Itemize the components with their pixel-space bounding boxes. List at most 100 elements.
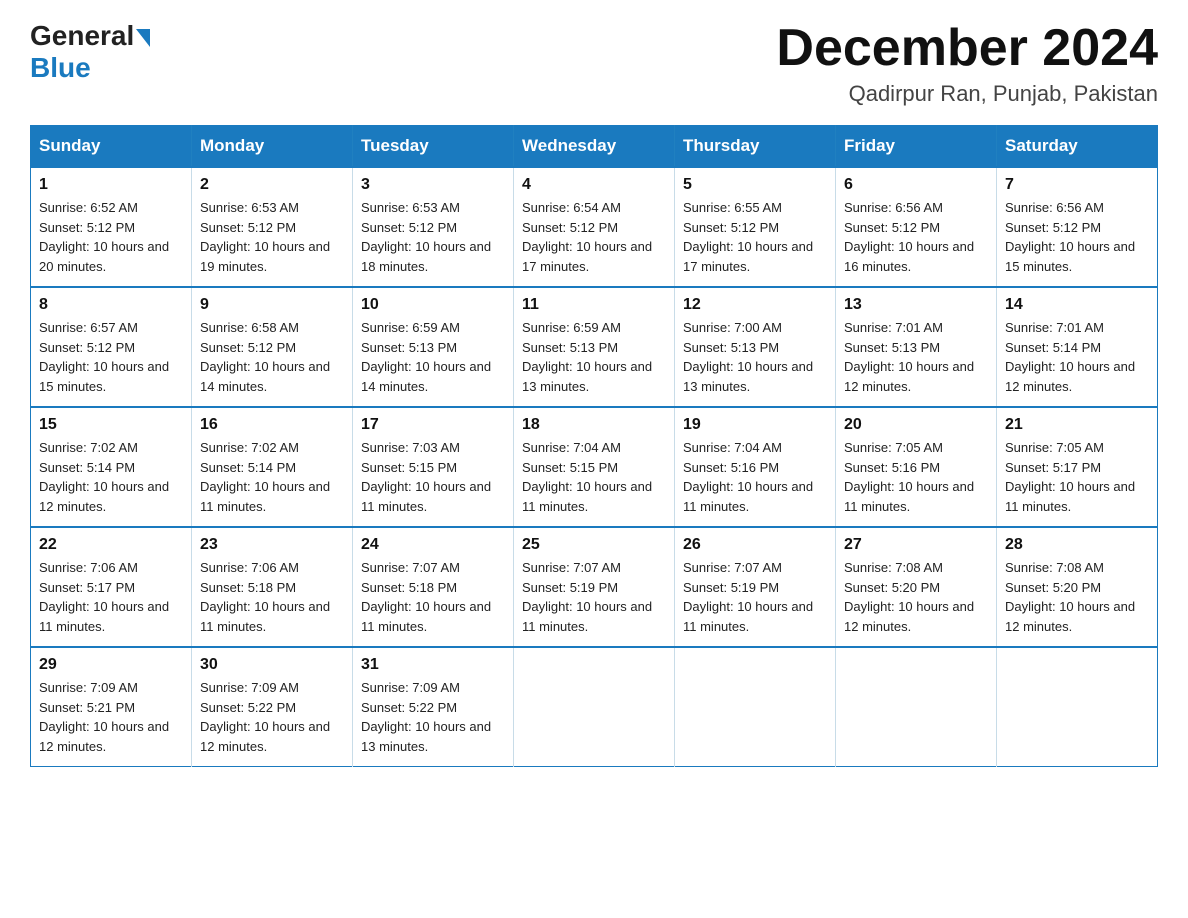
table-row: 16 Sunrise: 7:02 AM Sunset: 5:14 PM Dayl… [192,407,353,527]
table-row: 14 Sunrise: 7:01 AM Sunset: 5:14 PM Dayl… [997,287,1158,407]
col-thursday: Thursday [675,126,836,168]
day-info: Sunrise: 7:07 AM Sunset: 5:19 PM Dayligh… [522,558,666,636]
table-row: 19 Sunrise: 7:04 AM Sunset: 5:16 PM Dayl… [675,407,836,527]
day-info: Sunrise: 7:04 AM Sunset: 5:15 PM Dayligh… [522,438,666,516]
page-header: General Blue December 2024 Qadirpur Ran,… [30,20,1158,107]
location-title: Qadirpur Ran, Punjab, Pakistan [776,81,1158,107]
day-number: 17 [361,416,505,434]
table-row: 13 Sunrise: 7:01 AM Sunset: 5:13 PM Dayl… [836,287,997,407]
day-number: 8 [39,296,183,314]
day-info: Sunrise: 6:52 AM Sunset: 5:12 PM Dayligh… [39,198,183,276]
calendar-header-row: Sunday Monday Tuesday Wednesday Thursday… [31,126,1158,168]
day-number: 22 [39,536,183,554]
table-row: 15 Sunrise: 7:02 AM Sunset: 5:14 PM Dayl… [31,407,192,527]
table-row: 20 Sunrise: 7:05 AM Sunset: 5:16 PM Dayl… [836,407,997,527]
day-number: 30 [200,656,344,674]
day-info: Sunrise: 7:01 AM Sunset: 5:13 PM Dayligh… [844,318,988,396]
logo-blue-text: Blue [30,52,91,84]
title-block: December 2024 Qadirpur Ran, Punjab, Paki… [776,20,1158,107]
day-number: 20 [844,416,988,434]
day-number: 25 [522,536,666,554]
table-row: 9 Sunrise: 6:58 AM Sunset: 5:12 PM Dayli… [192,287,353,407]
table-row [997,647,1158,767]
day-info: Sunrise: 7:07 AM Sunset: 5:19 PM Dayligh… [683,558,827,636]
day-info: Sunrise: 6:55 AM Sunset: 5:12 PM Dayligh… [683,198,827,276]
day-number: 26 [683,536,827,554]
col-saturday: Saturday [997,126,1158,168]
day-info: Sunrise: 6:57 AM Sunset: 5:12 PM Dayligh… [39,318,183,396]
month-title: December 2024 [776,20,1158,77]
table-row: 23 Sunrise: 7:06 AM Sunset: 5:18 PM Dayl… [192,527,353,647]
day-number: 2 [200,176,344,194]
table-row: 21 Sunrise: 7:05 AM Sunset: 5:17 PM Dayl… [997,407,1158,527]
day-number: 18 [522,416,666,434]
table-row: 10 Sunrise: 6:59 AM Sunset: 5:13 PM Dayl… [353,287,514,407]
day-info: Sunrise: 7:06 AM Sunset: 5:18 PM Dayligh… [200,558,344,636]
day-number: 3 [361,176,505,194]
table-row: 3 Sunrise: 6:53 AM Sunset: 5:12 PM Dayli… [353,167,514,287]
day-number: 4 [522,176,666,194]
day-info: Sunrise: 7:08 AM Sunset: 5:20 PM Dayligh… [1005,558,1149,636]
calendar-week-row: 1 Sunrise: 6:52 AM Sunset: 5:12 PM Dayli… [31,167,1158,287]
day-info: Sunrise: 7:05 AM Sunset: 5:17 PM Dayligh… [1005,438,1149,516]
table-row: 8 Sunrise: 6:57 AM Sunset: 5:12 PM Dayli… [31,287,192,407]
day-number: 19 [683,416,827,434]
day-number: 10 [361,296,505,314]
table-row: 26 Sunrise: 7:07 AM Sunset: 5:19 PM Dayl… [675,527,836,647]
calendar-week-row: 8 Sunrise: 6:57 AM Sunset: 5:12 PM Dayli… [31,287,1158,407]
day-info: Sunrise: 6:59 AM Sunset: 5:13 PM Dayligh… [361,318,505,396]
day-info: Sunrise: 7:08 AM Sunset: 5:20 PM Dayligh… [844,558,988,636]
day-number: 1 [39,176,183,194]
col-tuesday: Tuesday [353,126,514,168]
day-number: 7 [1005,176,1149,194]
day-number: 5 [683,176,827,194]
table-row: 31 Sunrise: 7:09 AM Sunset: 5:22 PM Dayl… [353,647,514,767]
day-number: 31 [361,656,505,674]
day-info: Sunrise: 7:05 AM Sunset: 5:16 PM Dayligh… [844,438,988,516]
table-row: 4 Sunrise: 6:54 AM Sunset: 5:12 PM Dayli… [514,167,675,287]
table-row: 12 Sunrise: 7:00 AM Sunset: 5:13 PM Dayl… [675,287,836,407]
day-number: 9 [200,296,344,314]
col-friday: Friday [836,126,997,168]
table-row: 18 Sunrise: 7:04 AM Sunset: 5:15 PM Dayl… [514,407,675,527]
day-info: Sunrise: 6:56 AM Sunset: 5:12 PM Dayligh… [1005,198,1149,276]
day-number: 21 [1005,416,1149,434]
table-row: 17 Sunrise: 7:03 AM Sunset: 5:15 PM Dayl… [353,407,514,527]
table-row: 28 Sunrise: 7:08 AM Sunset: 5:20 PM Dayl… [997,527,1158,647]
table-row: 30 Sunrise: 7:09 AM Sunset: 5:22 PM Dayl… [192,647,353,767]
table-row: 2 Sunrise: 6:53 AM Sunset: 5:12 PM Dayli… [192,167,353,287]
logo-general-text: General [30,20,134,52]
day-info: Sunrise: 6:58 AM Sunset: 5:12 PM Dayligh… [200,318,344,396]
day-info: Sunrise: 7:01 AM Sunset: 5:14 PM Dayligh… [1005,318,1149,396]
day-number: 27 [844,536,988,554]
day-info: Sunrise: 7:09 AM Sunset: 5:22 PM Dayligh… [200,678,344,756]
calendar-week-row: 15 Sunrise: 7:02 AM Sunset: 5:14 PM Dayl… [31,407,1158,527]
day-info: Sunrise: 7:04 AM Sunset: 5:16 PM Dayligh… [683,438,827,516]
day-number: 24 [361,536,505,554]
calendar-week-row: 29 Sunrise: 7:09 AM Sunset: 5:21 PM Dayl… [31,647,1158,767]
day-info: Sunrise: 7:00 AM Sunset: 5:13 PM Dayligh… [683,318,827,396]
day-number: 16 [200,416,344,434]
day-info: Sunrise: 6:59 AM Sunset: 5:13 PM Dayligh… [522,318,666,396]
col-monday: Monday [192,126,353,168]
day-info: Sunrise: 6:53 AM Sunset: 5:12 PM Dayligh… [361,198,505,276]
day-info: Sunrise: 6:54 AM Sunset: 5:12 PM Dayligh… [522,198,666,276]
table-row: 11 Sunrise: 6:59 AM Sunset: 5:13 PM Dayl… [514,287,675,407]
table-row: 1 Sunrise: 6:52 AM Sunset: 5:12 PM Dayli… [31,167,192,287]
table-row: 25 Sunrise: 7:07 AM Sunset: 5:19 PM Dayl… [514,527,675,647]
day-info: Sunrise: 7:06 AM Sunset: 5:17 PM Dayligh… [39,558,183,636]
table-row: 22 Sunrise: 7:06 AM Sunset: 5:17 PM Dayl… [31,527,192,647]
table-row: 5 Sunrise: 6:55 AM Sunset: 5:12 PM Dayli… [675,167,836,287]
table-row [675,647,836,767]
table-row: 27 Sunrise: 7:08 AM Sunset: 5:20 PM Dayl… [836,527,997,647]
col-sunday: Sunday [31,126,192,168]
day-number: 14 [1005,296,1149,314]
logo: General Blue [30,20,152,84]
day-info: Sunrise: 7:09 AM Sunset: 5:21 PM Dayligh… [39,678,183,756]
table-row [514,647,675,767]
day-number: 6 [844,176,988,194]
col-wednesday: Wednesday [514,126,675,168]
day-number: 13 [844,296,988,314]
table-row [836,647,997,767]
calendar-week-row: 22 Sunrise: 7:06 AM Sunset: 5:17 PM Dayl… [31,527,1158,647]
